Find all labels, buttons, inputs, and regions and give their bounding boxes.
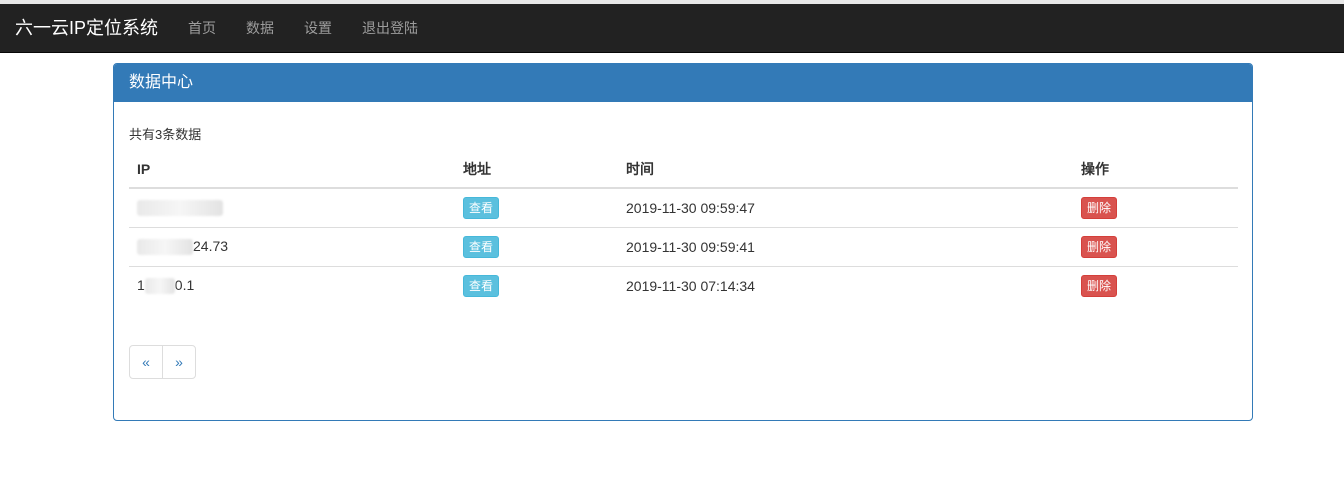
- table-row: 1 0.1 查看 2019-11-30 07:14:34 删除: [129, 265, 1238, 305]
- column-header-action: 操作: [1073, 150, 1238, 189]
- view-button[interactable]: 查看: [463, 235, 500, 258]
- redacted-ip: [137, 200, 223, 217]
- redacted-ip: [137, 239, 193, 256]
- column-header-ip: IP: [129, 150, 455, 189]
- column-header-address: 地址: [455, 150, 618, 189]
- total-count: 共有3条数据: [129, 127, 202, 142]
- ip-visible-text: 24.73: [193, 237, 229, 254]
- nav-item-home[interactable]: 首页: [173, 4, 231, 53]
- view-button[interactable]: 查看: [463, 274, 500, 297]
- view-button[interactable]: 查看: [463, 196, 500, 219]
- ip-cell: 1 0.1: [129, 265, 455, 305]
- redacted-ip: [144, 278, 175, 295]
- nav-item-logout[interactable]: 退出登陆: [347, 4, 433, 53]
- pagination: « »: [129, 345, 196, 379]
- time-cell: 2019-11-30 09:59:47: [626, 199, 755, 216]
- action-cell: 删除: [1073, 265, 1238, 305]
- table-header-row: IP 地址 时间 操作: [129, 150, 1238, 189]
- pagination-prev-button[interactable]: «: [129, 345, 163, 379]
- pagination-next-button[interactable]: »: [162, 345, 196, 379]
- address-cell: 查看: [455, 226, 618, 266]
- table-row: 24.73 查看 2019-11-30 09:59:41 删除: [129, 226, 1238, 266]
- nav-item-settings[interactable]: 设置: [289, 4, 347, 53]
- delete-button[interactable]: 删除: [1081, 235, 1118, 258]
- top-navbar: 六一云IP定位系统 首页 数据 设置 退出登陆: [0, 4, 1344, 53]
- address-cell: 查看: [455, 265, 618, 305]
- time-cell: 2019-11-30 09:59:41: [618, 226, 1073, 266]
- brand-title[interactable]: 六一云IP定位系统: [15, 4, 158, 53]
- nav-item-data[interactable]: 数据: [231, 4, 289, 53]
- action-cell: 删除: [1073, 226, 1238, 266]
- action-cell: 删除: [1073, 188, 1238, 227]
- table-row: 查看 2019-11-30 09:59:47 删除: [129, 188, 1238, 227]
- delete-button[interactable]: 删除: [1081, 274, 1118, 297]
- ip-visible-text: 0.1: [174, 277, 195, 294]
- data-center-panel: 数据中心 共有3条数据 IP 地址 时间 操作 查看 2019-11-30 09…: [113, 63, 1253, 421]
- address-cell: 查看: [455, 188, 618, 227]
- column-header-time: 时间: [618, 150, 1073, 189]
- ip-cell: [129, 188, 455, 227]
- ip-prefix-text: 1: [137, 277, 145, 294]
- time-cell: 2019-11-30 07:14:34: [618, 265, 1073, 305]
- panel-title: 数据中心: [114, 64, 1252, 102]
- nav-menu: 首页 数据 设置 退出登陆: [173, 4, 433, 53]
- data-table: IP 地址 时间 操作 查看 2019-11-30 09:59:47 删除 24…: [129, 150, 1238, 305]
- ip-cell: 24.73: [129, 226, 455, 266]
- delete-button[interactable]: 删除: [1081, 196, 1118, 219]
